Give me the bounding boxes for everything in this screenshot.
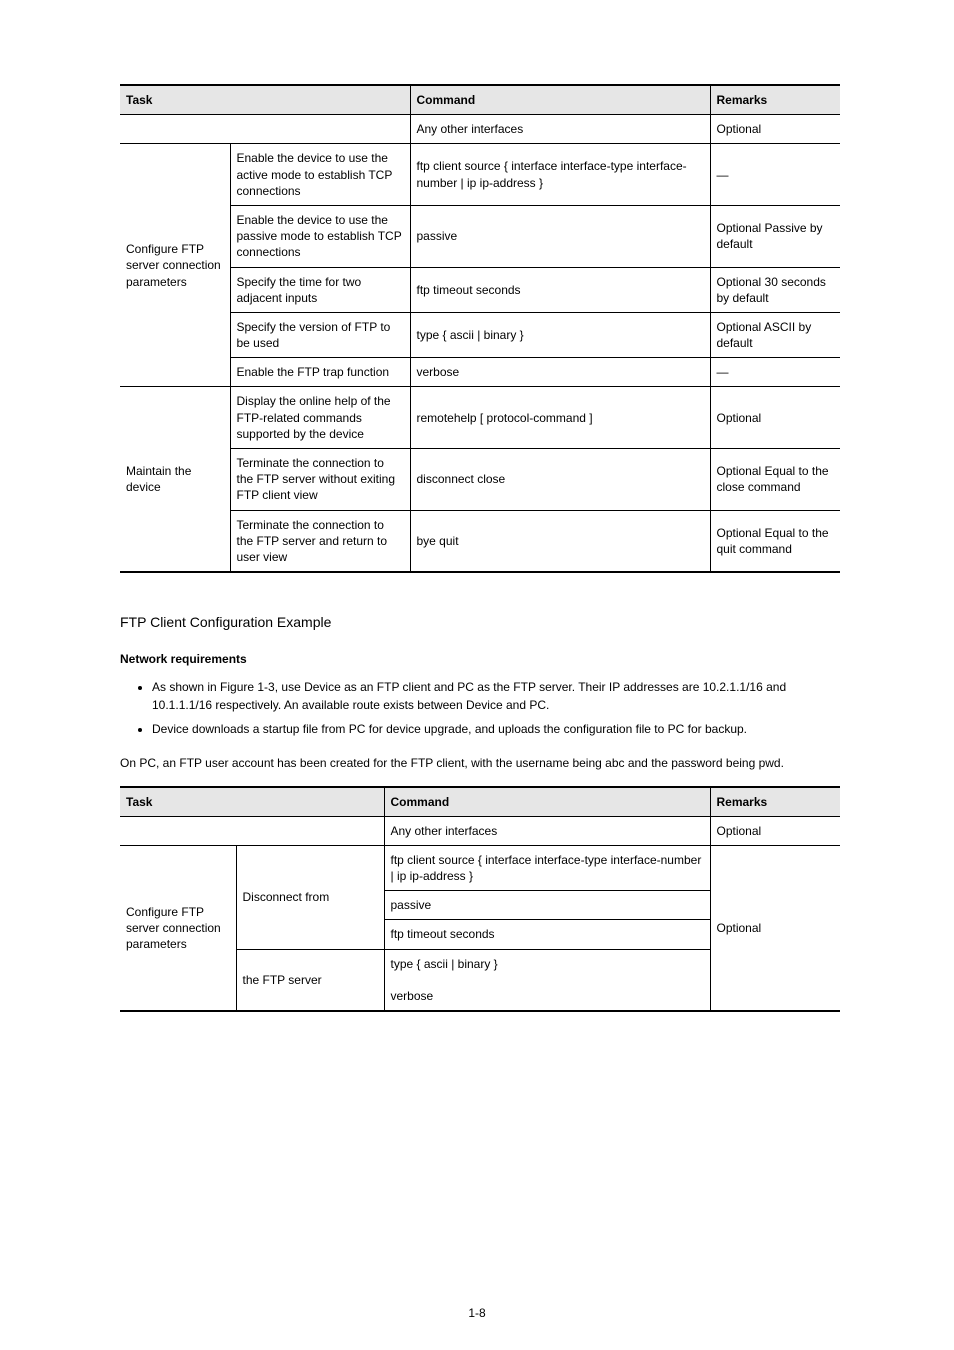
cell: remotehelp [ protocol-command ] (410, 387, 710, 449)
cell: Optional Passive by default (710, 205, 840, 267)
sublabel: Disconnect from (236, 845, 384, 949)
sub-c3: Any other interfaces (410, 115, 710, 144)
sub2: the FTP server (236, 949, 384, 1011)
cell: Specify the version of FTP to be used (230, 312, 410, 357)
page-container: Task Command Remarks Any other interface… (0, 0, 954, 1350)
group1-label: Configure FTP server connection paramete… (120, 144, 230, 387)
cell: ftp client source { interface interface-… (384, 845, 710, 890)
cell: ftp timeout seconds (384, 920, 710, 949)
list-item: As shown in Figure 1-3, use Device as an… (152, 678, 834, 714)
sub-c3: Any other interfaces (384, 816, 710, 845)
cell: bye quit (410, 510, 710, 572)
cell: Optional Equal to the close command (710, 449, 840, 511)
sub-c4: Optional (710, 816, 840, 845)
cell: type { ascii | binary } verbose (384, 949, 710, 1011)
header-task: Task (120, 787, 384, 817)
cell: Optional Equal to the quit command (710, 510, 840, 572)
table-header-row: Task Command Remarks (120, 787, 840, 817)
cell: Optional (710, 387, 840, 449)
cell: Terminate the connection to the FTP serv… (230, 510, 410, 572)
table-row: Maintain the device Display the online h… (120, 387, 840, 449)
cell: Enable the FTP trap function (230, 358, 410, 387)
cell: — (710, 144, 840, 206)
cell: ftp client source { interface interface-… (410, 144, 710, 206)
header-remarks: Remarks (710, 787, 840, 817)
network-req-heading: Network requirements (120, 651, 834, 668)
cell: Optional 30 seconds by default (710, 267, 840, 312)
table-ftp-config: Task Command Remarks Any other interface… (120, 84, 840, 573)
cell: Terminate the connection to the FTP serv… (230, 449, 410, 511)
header-command: Command (384, 787, 710, 817)
cell: verbose (410, 358, 710, 387)
cell: passive (410, 205, 710, 267)
group2-label: Maintain the device (120, 387, 230, 572)
header-command: Command (410, 85, 710, 115)
table-subheader-row: Any other interfaces Optional (120, 115, 840, 144)
group1-label: Configure FTP server connection paramete… (120, 845, 236, 1011)
table-subheader-row: Any other interfaces Optional (120, 816, 840, 845)
cell: — (710, 358, 840, 387)
cell: ftp timeout seconds (410, 267, 710, 312)
sub-c12 (120, 115, 410, 144)
table-ftp-example: Task Command Remarks Any other interface… (120, 786, 840, 1013)
sub-c12 (120, 816, 384, 845)
cell: Optional (710, 845, 840, 1011)
section-title: FTP Client Configuration Example (120, 613, 834, 633)
requirements-list: As shown in Figure 1-3, use Device as an… (120, 678, 834, 738)
cell: passive (384, 891, 710, 920)
table-row: Configure FTP server connection paramete… (120, 845, 840, 890)
header-task: Task (120, 85, 410, 115)
table-row: Configure FTP server connection paramete… (120, 144, 840, 206)
cell: type { ascii | binary } (410, 312, 710, 357)
cell: Display the online help of the FTP-relat… (230, 387, 410, 449)
page-number: 1-8 (0, 1306, 954, 1320)
cell: Specify the time for two adjacent inputs (230, 267, 410, 312)
cell: disconnect close (410, 449, 710, 511)
cell: Optional ASCII by default (710, 312, 840, 357)
list-item: Device downloads a startup file from PC … (152, 720, 834, 738)
sub-c4: Optional (710, 115, 840, 144)
header-remarks: Remarks (710, 85, 840, 115)
cell: Enable the device to use the active mode… (230, 144, 410, 206)
cell: Enable the device to use the passive mod… (230, 205, 410, 267)
table-header-row: Task Command Remarks (120, 85, 840, 115)
paragraph: On PC, an FTP user account has been crea… (120, 754, 834, 772)
